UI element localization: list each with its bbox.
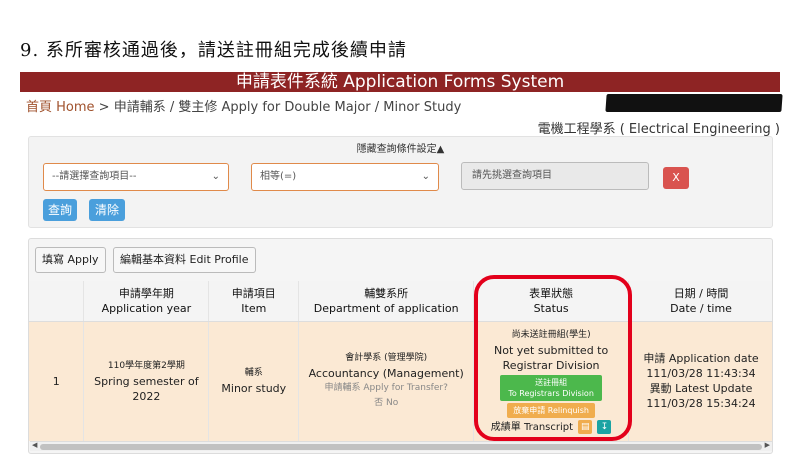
application-table-panel: 填寫 Apply 編輯基本資料 Edit Profile 申請學年期 Appli… (28, 238, 773, 454)
transcript-label: 成績單 Transcript (490, 421, 574, 433)
chevron-down-icon: ⌄ (421, 171, 430, 182)
query-panel: 隱藏查詢條件設定▲ --請選擇查詢項目-- ⌄ 相等(=) ⌄ 請先挑選查詢項目… (28, 136, 773, 228)
query-field-select[interactable]: --請選擇查詢項目-- ⌄ (43, 163, 229, 191)
header-zh: 輔雙系所 (364, 286, 409, 300)
application-date: 111/03/28 11:43:34 (646, 367, 756, 381)
header-en: Item (241, 301, 267, 315)
query-field-value: --請選擇查詢項目-- (52, 171, 137, 182)
header-index (29, 281, 85, 322)
row-department: 會計學系 (管理學院) Accountancy (Management) 申請輔… (298, 321, 475, 441)
step-title: 9. 系所審核通過後，請送註冊組完成後續申請 (20, 40, 407, 61)
application-table: 申請學年期 Application year 申請項目 Item 輔雙系所 De… (29, 281, 772, 441)
breadcrumb-home-link[interactable]: 首頁 Home (26, 100, 95, 115)
edit-profile-button[interactable]: 編輯基本資料 Edit Profile (113, 247, 256, 273)
header-status: 表單狀態 Status (473, 281, 630, 322)
header-en: Status (533, 301, 569, 315)
table-header-row: 申請學年期 Application year 申請項目 Item 輔雙系所 De… (29, 281, 772, 322)
row-status: 尚未送註冊組(學生) Not yet submitted to Registra… (473, 321, 630, 441)
header-application-year: 申請學年期 Application year (83, 281, 210, 322)
query-button[interactable]: 查詢 (43, 199, 77, 221)
send-button-en: To Registrars Division (508, 388, 594, 398)
latest-update-date: 111/03/28 15:34:24 (646, 397, 756, 411)
row-application-year: 110學年度第2學期 Spring semester of 2022 (83, 321, 210, 441)
department-label: 電機工程學系 ( Electrical Engineering ) (537, 122, 780, 137)
scrollbar-thumb[interactable] (40, 444, 762, 450)
transfer-answer: 否 No (374, 398, 399, 409)
document-icon[interactable]: ▤ (578, 419, 593, 434)
clear-x-button[interactable]: X (663, 167, 689, 189)
row-index: 1 (29, 321, 85, 441)
header-zh: 表單狀態 (529, 286, 574, 300)
query-value-input[interactable]: 請先挑選查詢項目 (461, 162, 649, 190)
horizontal-scrollbar[interactable]: ◀ ▶ (30, 441, 772, 451)
transfer-question: 申請輔系 Apply for Transfer? (324, 383, 448, 394)
header-department: 輔雙系所 Department of application (298, 281, 475, 322)
app-banner: 申請表件系統 Application Forms System (20, 72, 780, 92)
query-toggle-link[interactable]: 隱藏查詢條件設定▲ (29, 140, 772, 155)
query-operator-select[interactable]: 相等(=) ⌄ (251, 163, 439, 191)
row-date-time: 申請 Application date 111/03/28 11:43:34 異… (628, 321, 772, 441)
send-to-registrar-button[interactable]: 送註冊組 To Registrars Division (500, 374, 602, 401)
header-zh: 日期 / 時間 (673, 286, 729, 300)
table-row: 1 110學年度第2學期 Spring semester of 2022 輔系 … (29, 321, 772, 441)
header-en: Department of application (313, 301, 459, 315)
status-en-line2: Registrar Division (502, 358, 600, 372)
header-zh: 申請學年期 (118, 286, 174, 300)
year-en: Spring semester of 2022 (94, 374, 199, 403)
chevron-down-icon: ⌄ (211, 171, 220, 182)
header-en: Application year (101, 301, 192, 315)
breadcrumb-current: 申請輔系 / 雙主修 Apply for Double Major / Mino… (113, 100, 462, 115)
breadcrumb: 首頁 Home > 申請輔系 / 雙主修 Apply for Double Ma… (26, 96, 461, 115)
dept-zh: 會計學系 (管理學院) (345, 353, 428, 364)
header-en: Date / time (670, 301, 732, 315)
relinquish-button[interactable]: 放棄申請 Relinquish (507, 402, 595, 418)
status-en-line1: Not yet submitted to (493, 343, 609, 357)
redacted-user-name (605, 94, 783, 112)
breadcrumb-separator: > (98, 100, 110, 115)
application-date-label: 申請 Application date (643, 352, 759, 366)
header-date-time: 日期 / 時間 Date / time (628, 281, 772, 322)
scroll-left-icon[interactable]: ◀ (32, 441, 37, 449)
row-item: 輔系 Minor study (208, 321, 300, 441)
download-icon[interactable]: ↧ (597, 419, 612, 434)
status-zh: 尚未送註冊組(學生) (511, 329, 591, 340)
year-zh: 110學年度第2學期 (107, 360, 185, 371)
send-button-zh: 送註冊組 (535, 377, 568, 387)
query-operator-value: 相等(=) (260, 171, 297, 182)
header-item: 申請項目 Item (208, 281, 300, 322)
apply-button[interactable]: 填寫 Apply (35, 247, 106, 273)
header-zh: 申請項目 (231, 286, 276, 300)
latest-update-label: 異動 Latest Update (649, 382, 753, 396)
scroll-right-icon[interactable]: ▶ (765, 441, 770, 449)
clear-button[interactable]: 清除 (89, 199, 125, 221)
item-en: Minor study (221, 382, 287, 396)
transcript-row: 成績單 Transcript ▤ ↧ (474, 419, 628, 435)
dept-en: Accountancy (Management) (308, 367, 464, 381)
item-zh: 輔系 (244, 368, 263, 379)
